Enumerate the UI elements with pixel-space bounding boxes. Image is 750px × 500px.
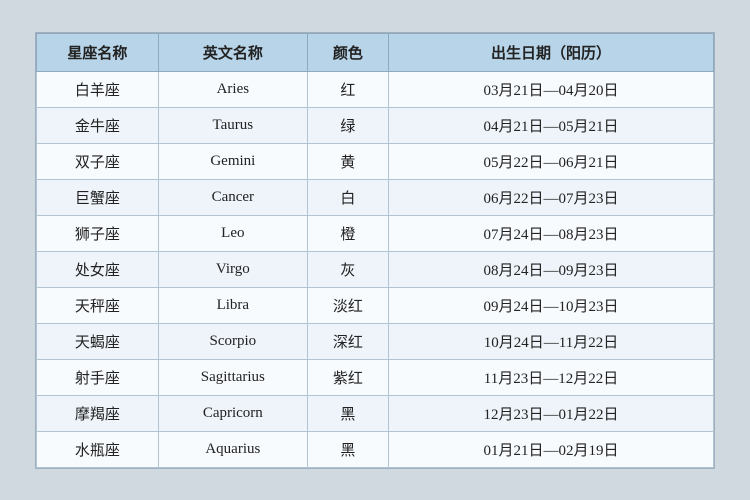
- cell-chinese: 巨蟹座: [37, 179, 159, 215]
- cell-color: 黄: [307, 143, 388, 179]
- cell-english: Taurus: [158, 107, 307, 143]
- cell-english: Sagittarius: [158, 359, 307, 395]
- cell-chinese: 金牛座: [37, 107, 159, 143]
- cell-chinese: 水瓶座: [37, 431, 159, 467]
- cell-color: 绿: [307, 107, 388, 143]
- table-row: 白羊座Aries红03月21日—04月20日: [37, 71, 714, 107]
- table-row: 天秤座Libra淡红09月24日—10月23日: [37, 287, 714, 323]
- cell-english: Libra: [158, 287, 307, 323]
- header-date: 出生日期（阳历）: [389, 33, 714, 71]
- table-row: 射手座Sagittarius紫红11月23日—12月22日: [37, 359, 714, 395]
- cell-date: 08月24日—09月23日: [389, 251, 714, 287]
- table-row: 巨蟹座Cancer白06月22日—07月23日: [37, 179, 714, 215]
- header-color: 颜色: [307, 33, 388, 71]
- cell-english: Scorpio: [158, 323, 307, 359]
- table-row: 金牛座Taurus绿04月21日—05月21日: [37, 107, 714, 143]
- header-english: 英文名称: [158, 33, 307, 71]
- cell-color: 深红: [307, 323, 388, 359]
- cell-date: 12月23日—01月22日: [389, 395, 714, 431]
- cell-chinese: 射手座: [37, 359, 159, 395]
- cell-date: 06月22日—07月23日: [389, 179, 714, 215]
- cell-english: Leo: [158, 215, 307, 251]
- cell-date: 07月24日—08月23日: [389, 215, 714, 251]
- cell-color: 红: [307, 71, 388, 107]
- table-row: 处女座Virgo灰08月24日—09月23日: [37, 251, 714, 287]
- cell-chinese: 狮子座: [37, 215, 159, 251]
- cell-date: 05月22日—06月21日: [389, 143, 714, 179]
- zodiac-table: 星座名称 英文名称 颜色 出生日期（阳历） 白羊座Aries红03月21日—04…: [36, 33, 714, 468]
- cell-english: Capricorn: [158, 395, 307, 431]
- cell-english: Aries: [158, 71, 307, 107]
- table-row: 狮子座Leo橙07月24日—08月23日: [37, 215, 714, 251]
- cell-date: 03月21日—04月20日: [389, 71, 714, 107]
- cell-english: Virgo: [158, 251, 307, 287]
- cell-chinese: 处女座: [37, 251, 159, 287]
- cell-chinese: 摩羯座: [37, 395, 159, 431]
- cell-date: 04月21日—05月21日: [389, 107, 714, 143]
- cell-chinese: 天蝎座: [37, 323, 159, 359]
- cell-chinese: 双子座: [37, 143, 159, 179]
- zodiac-table-container: 星座名称 英文名称 颜色 出生日期（阳历） 白羊座Aries红03月21日—04…: [35, 32, 715, 469]
- cell-chinese: 天秤座: [37, 287, 159, 323]
- cell-color: 黑: [307, 431, 388, 467]
- table-row: 天蝎座Scorpio深红10月24日—11月22日: [37, 323, 714, 359]
- table-header-row: 星座名称 英文名称 颜色 出生日期（阳历）: [37, 33, 714, 71]
- cell-color: 紫红: [307, 359, 388, 395]
- cell-date: 09月24日—10月23日: [389, 287, 714, 323]
- cell-color: 黑: [307, 395, 388, 431]
- cell-date: 10月24日—11月22日: [389, 323, 714, 359]
- cell-color: 灰: [307, 251, 388, 287]
- cell-english: Gemini: [158, 143, 307, 179]
- cell-color: 橙: [307, 215, 388, 251]
- cell-chinese: 白羊座: [37, 71, 159, 107]
- header-chinese: 星座名称: [37, 33, 159, 71]
- cell-date: 01月21日—02月19日: [389, 431, 714, 467]
- cell-date: 11月23日—12月22日: [389, 359, 714, 395]
- table-row: 水瓶座Aquarius黑01月21日—02月19日: [37, 431, 714, 467]
- cell-english: Cancer: [158, 179, 307, 215]
- table-row: 双子座Gemini黄05月22日—06月21日: [37, 143, 714, 179]
- cell-english: Aquarius: [158, 431, 307, 467]
- cell-color: 淡红: [307, 287, 388, 323]
- cell-color: 白: [307, 179, 388, 215]
- table-row: 摩羯座Capricorn黑12月23日—01月22日: [37, 395, 714, 431]
